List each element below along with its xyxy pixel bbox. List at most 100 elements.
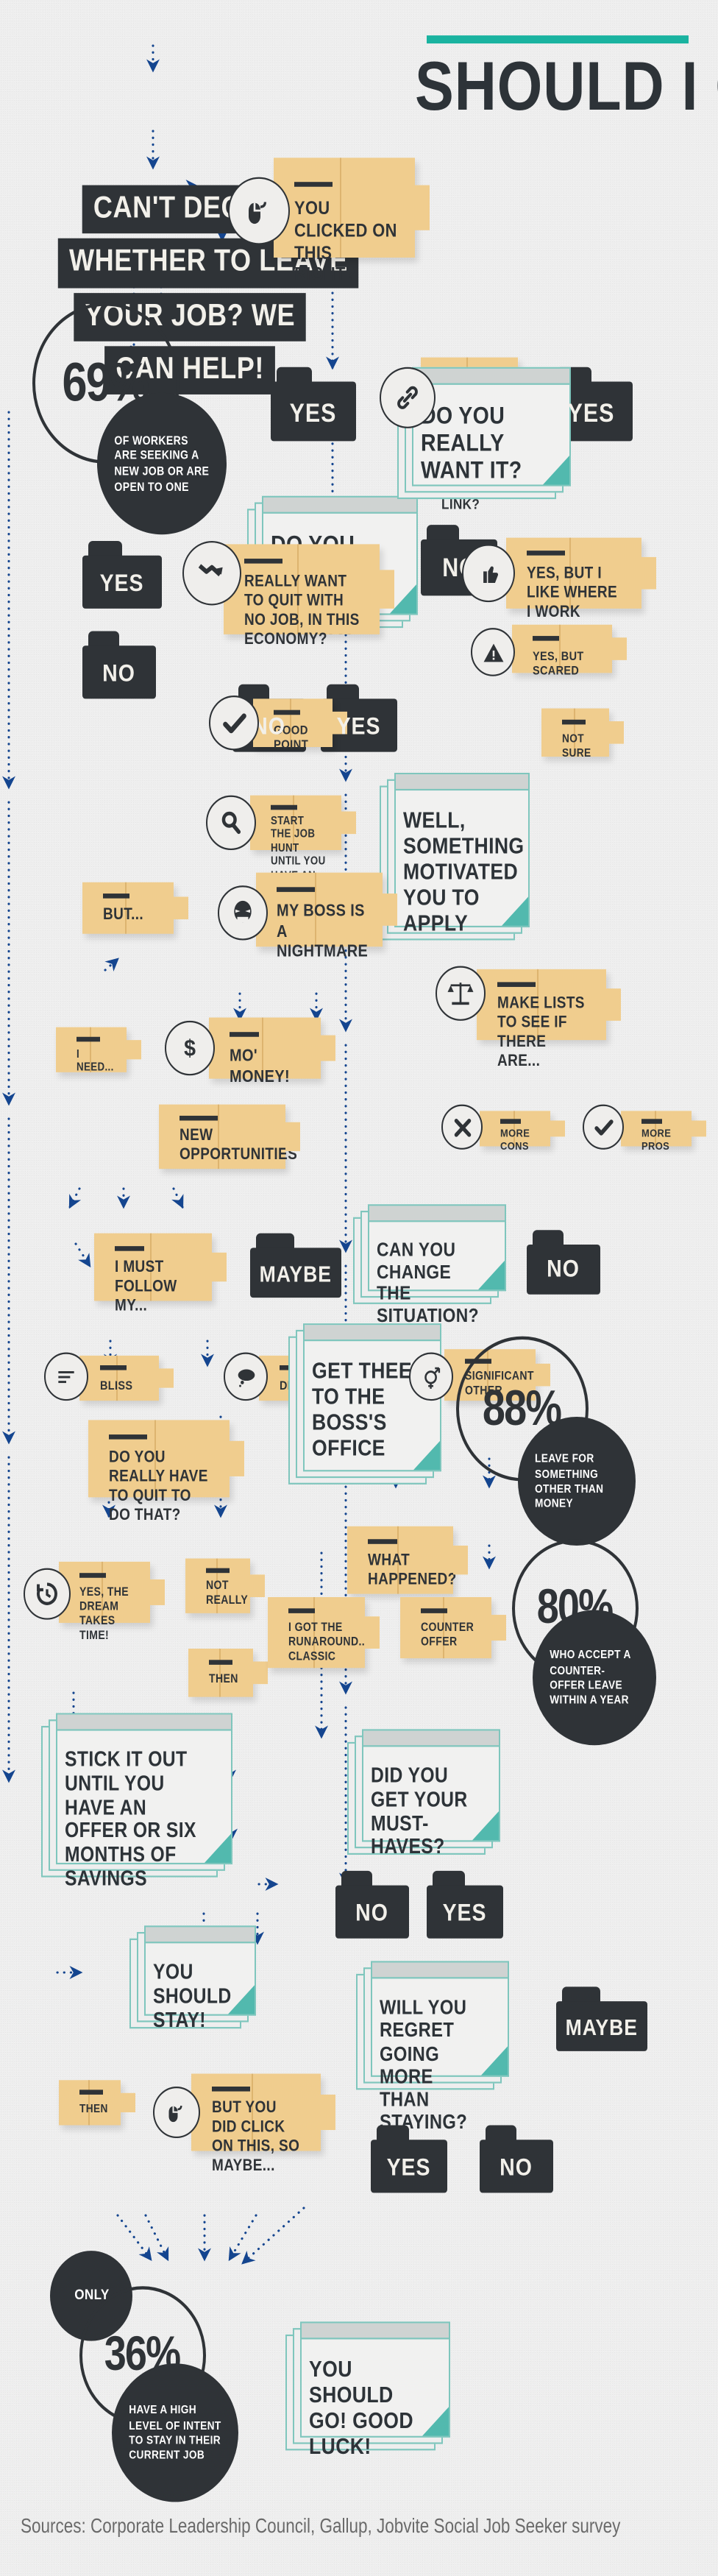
- note-text: YES, BUT I LIKE WHERE I WORK: [527, 565, 618, 622]
- window-titlebar: [57, 1714, 231, 1731]
- stat-caption-69: OF WORKERS ARE SEEKING A NEW JOB OR ARE …: [97, 392, 227, 535]
- note-rule: [109, 1434, 147, 1440]
- note-rule: [527, 551, 565, 556]
- note-rule: [79, 1573, 106, 1578]
- mouse-icon: [228, 177, 290, 245]
- window-corner-fold: [422, 2407, 449, 2436]
- window-text: WELL, SOMETHING MOTIVATED YOU TO APPLY: [403, 806, 525, 935]
- folder-yes-5[interactable]: YES: [427, 1870, 503, 1939]
- page-title: SHOULD I QUIT?: [415, 48, 718, 126]
- search-icon: [206, 795, 256, 850]
- folder-no-4[interactable]: NO: [527, 1230, 600, 1295]
- note-rule: [230, 1032, 259, 1037]
- note-then-1: THEN: [188, 1649, 268, 1697]
- folder-yes-6[interactable]: YES: [371, 2125, 447, 2193]
- folder-label: YES: [100, 570, 144, 598]
- clock-icon: [24, 1568, 71, 1620]
- stat-caption-88: LEAVE FOR SOMETHING OTHER THAN MONEY: [518, 1417, 636, 1546]
- note-text: MORE PROS: [641, 1128, 672, 1153]
- window-corner-fold: [502, 896, 528, 926]
- note-yes-but-scared: YES, BUT SCARED: [512, 624, 627, 678]
- note-bliss: BLISS: [79, 1355, 174, 1401]
- note-really-want-quit: REALLY WANT TO QUIT WITH NO JOB, IN THIS…: [224, 544, 394, 649]
- folder-label: YES: [337, 713, 381, 741]
- folder-yes-4[interactable]: YES: [82, 541, 162, 609]
- window-titlebar: [413, 368, 569, 385]
- window-titlebar: [372, 1962, 508, 1979]
- note-dream-takes-time: YES, THE DREAM TAKES TIME!: [59, 1561, 165, 1641]
- window-corner-fold: [543, 456, 569, 485]
- window-text: CAN YOU CHANGE THE SITUATION?: [377, 1238, 479, 1327]
- note-text: REALLY WANT TO QUIT WITH NO JOB, IN THIS…: [244, 573, 360, 649]
- note-rule: [421, 1608, 447, 1613]
- window-titlebar: [263, 497, 416, 514]
- window-motivated: WELL, SOMETHING MOTIVATED YOU TO APPLY: [380, 773, 530, 941]
- note-counter-offer: COUNTER OFFER: [400, 1597, 506, 1659]
- stat-caption-36: HAVE A HIGH LEVEL OF INTENT TO STAY IN T…: [112, 2363, 238, 2502]
- chart-down-icon: [182, 541, 241, 606]
- x-icon: [441, 1104, 483, 1150]
- folder-label: NO: [102, 659, 136, 688]
- window-corner-fold: [413, 1440, 440, 1471]
- folder-label: MAYBE: [565, 2014, 639, 2040]
- villain-icon: [218, 885, 268, 941]
- window-boss-office: GET THEE TO THE BOSS'S OFFICE: [288, 1323, 441, 1485]
- folder-no-3[interactable]: NO: [82, 631, 156, 699]
- folder-label: NO: [355, 1900, 389, 1928]
- window-corner-fold: [472, 1811, 499, 1841]
- note-rule: [209, 1660, 232, 1665]
- window-should-stay: YOU SHOULD STAY!: [129, 1925, 256, 2031]
- thumbs-up-icon: [462, 544, 515, 603]
- window-text: DO YOU REALLY WANT IT?: [421, 402, 522, 485]
- note-rule: [562, 719, 586, 725]
- note-but-you-did-click: BUT YOU DID CLICK ON THIS, SO MAYBE...: [191, 2073, 335, 2175]
- window-text: YOU SHOULD GO! GOOD LUCK!: [309, 2355, 413, 2459]
- check-icon: [583, 1104, 624, 1150]
- folder-no-6[interactable]: NO: [480, 2125, 553, 2193]
- note-rule: [500, 1119, 521, 1124]
- window-stick-it-out: STICK IT OUT UNTIL YOU HAVE AN OFFER OR …: [41, 1713, 232, 1890]
- folder-label: MAYBE: [259, 1260, 333, 1287]
- warning-icon: [471, 628, 515, 676]
- folder-no-5[interactable]: NO: [335, 1870, 409, 1939]
- note-you-clicked: YOU CLICKED ON THIS RIGHT?: [274, 158, 430, 286]
- window-change-situation: CAN YOU CHANGE THE SITUATION?: [353, 1204, 506, 1326]
- folder-label: YES: [443, 1900, 487, 1928]
- svg-text:$: $: [184, 1036, 196, 1061]
- window-titlebar: [396, 774, 528, 791]
- note-text: MAKE LISTS TO SEE IF THERE ARE...: [497, 994, 585, 1071]
- note-rule: [77, 1036, 100, 1042]
- folder-maybe-2[interactable]: MAYBE: [556, 1986, 647, 2051]
- note-rule: [103, 894, 129, 899]
- window-corner-fold: [228, 1985, 255, 2014]
- window-corner-fold: [478, 1260, 505, 1290]
- note-but: BUT...: [82, 882, 188, 934]
- folder-yes-1[interactable]: YES: [271, 367, 356, 442]
- note-rule: [100, 1365, 127, 1370]
- note-rule: [212, 2087, 250, 2092]
- note-text: YES, THE DREAM TAKES TIME!: [79, 1584, 129, 1642]
- window-corner-fold: [481, 2046, 508, 2076]
- dollar-icon: $: [165, 1020, 215, 1076]
- note-like-where-i-work: YES, BUT I LIKE WHERE I WORK: [506, 537, 656, 621]
- window-text: GET THEE TO THE BOSS'S OFFICE: [312, 1357, 413, 1460]
- note-boss-nightmare: MY BOSS IS A NIGHTMARE: [256, 872, 397, 961]
- folder-label: NO: [500, 2154, 533, 2182]
- note-rule: [497, 982, 536, 987]
- check-icon: [209, 696, 259, 751]
- note-more-cons: MORE CONS: [480, 1111, 565, 1153]
- window-text: YOU SHOULD STAY!: [153, 1959, 232, 2031]
- folder-label: NO: [547, 1256, 580, 1284]
- note-text: BUT YOU DID CLICK ON THIS, SO MAYBE...: [212, 2099, 300, 2176]
- footer-sources: Sources: Corporate Leadership Council, G…: [21, 2514, 621, 2538]
- stat-caption-text-36: HAVE A HIGH LEVEL OF INTENT TO STAY IN T…: [129, 2402, 221, 2463]
- folder-label: YES: [290, 400, 337, 428]
- note-runaround: I GOT THE RUNAROUND... CLASSIC: [268, 1597, 380, 1669]
- folder-maybe-1[interactable]: MAYBE: [250, 1233, 341, 1298]
- note-make-lists: MAKE LISTS TO SEE IF THERE ARE...: [477, 969, 621, 1071]
- note-rule: [641, 1119, 662, 1124]
- note-text: NOT SURE: [562, 731, 591, 760]
- note-text: I NEED...: [77, 1050, 114, 1075]
- note-start-job-hunt: START THE JOB HUNT UNTIL YOU HAVE AN OFF…: [250, 795, 356, 895]
- window-go-good-luck: YOU SHOULD GO! GOOD LUCK!: [285, 2321, 450, 2458]
